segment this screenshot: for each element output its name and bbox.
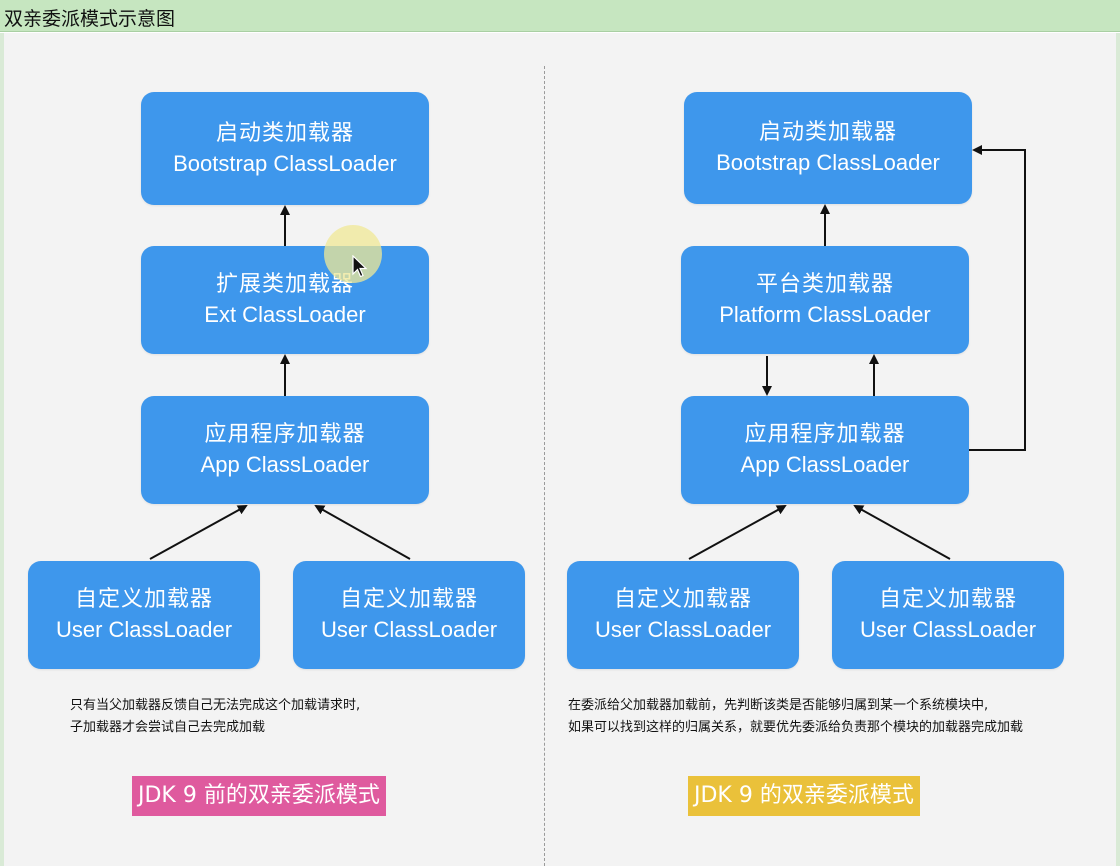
arrow-user2-to-app: [314, 505, 411, 560]
arrow-user1-to-app: [149, 505, 248, 560]
delegation-arrows: [149, 145, 1026, 560]
arrow-app-to-bootstrap-bypass: [969, 145, 1026, 451]
mouse-pointer-icon: [352, 255, 368, 278]
arrow-user2-to-app-right: [853, 505, 951, 560]
arrow-user1-to-app-right: [688, 505, 787, 560]
